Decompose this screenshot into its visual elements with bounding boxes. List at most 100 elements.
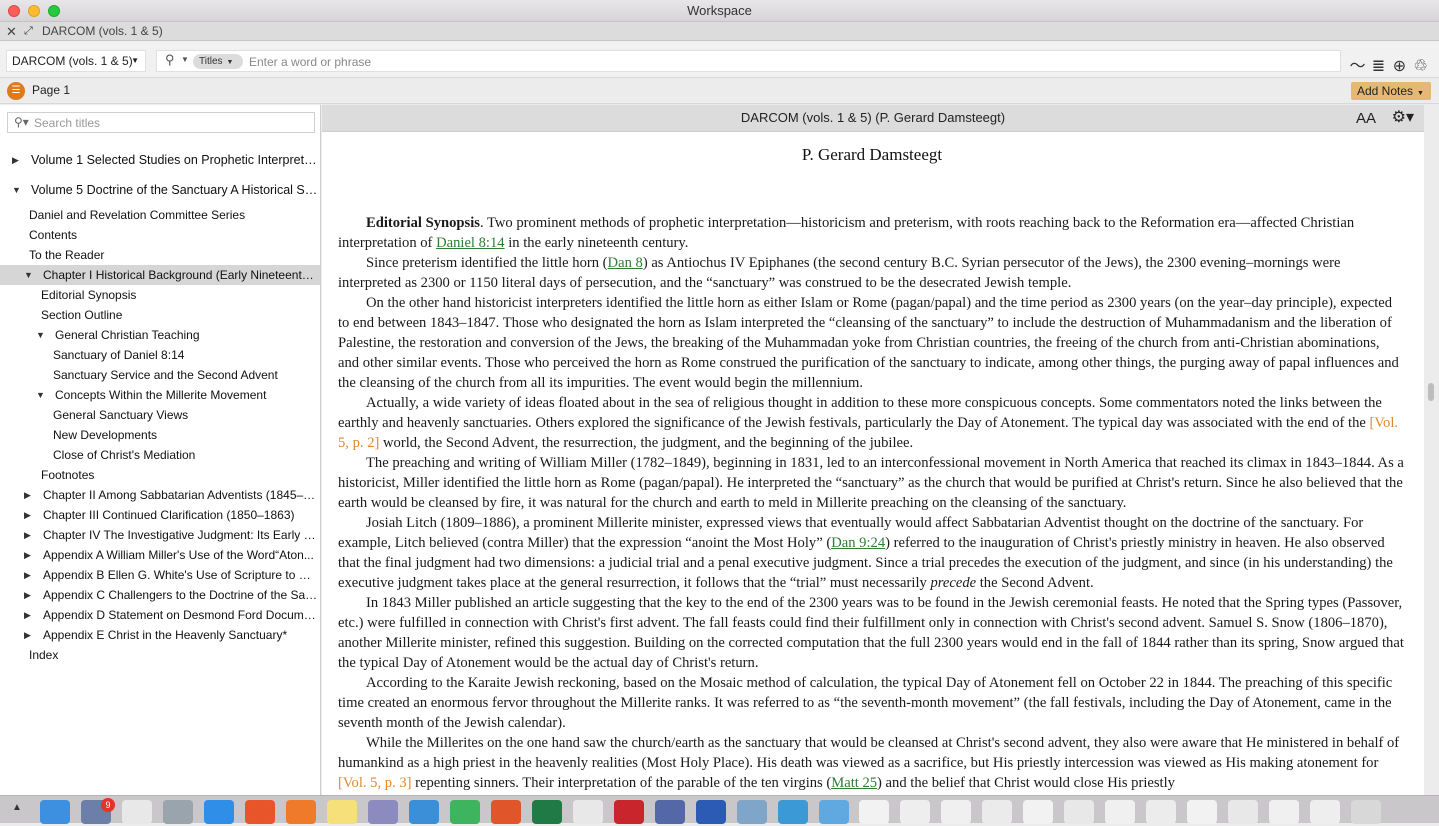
- font-size-button[interactable]: AA: [1356, 106, 1376, 131]
- window-close-button[interactable]: [8, 5, 20, 17]
- window-minimize-button[interactable]: [28, 5, 40, 17]
- disclosure-collapsed-icon[interactable]: ▶: [24, 525, 31, 545]
- search-icon[interactable]: ⚲: [165, 52, 175, 68]
- doc-11-icon[interactable]: [1269, 800, 1299, 824]
- toc-item[interactable]: Daniel and Revelation Committee Series: [0, 205, 320, 225]
- disclosure-collapsed-icon[interactable]: ▶: [24, 585, 31, 605]
- toc-item[interactable]: ▶ Appendix C Challengers to the Doctrine …: [0, 585, 320, 605]
- toc-item[interactable]: Footnotes: [0, 465, 320, 485]
- safari-icon[interactable]: [204, 800, 234, 824]
- excel-icon[interactable]: [532, 800, 562, 824]
- disclosure-expanded-icon[interactable]: ▼: [36, 385, 45, 405]
- add-notes-button[interactable]: Add Notes ▼: [1351, 82, 1431, 100]
- toc-item[interactable]: General Sanctuary Views: [0, 405, 320, 425]
- doc-6-icon[interactable]: [1064, 800, 1094, 824]
- toc-item[interactable]: ▶ Appendix B Ellen G. White's Use of Scri…: [0, 565, 320, 585]
- text-run: While the Millerites on the one hand saw…: [338, 735, 1400, 771]
- finder-icon[interactable]: [40, 800, 70, 824]
- slack-icon[interactable]: [122, 800, 152, 824]
- search-input[interactable]: [249, 53, 1249, 70]
- search-titles-box: ⚲▾: [7, 112, 315, 133]
- 3d-app-icon[interactable]: [778, 800, 808, 824]
- list-icon[interactable]: ☰: [7, 82, 25, 100]
- toc-item[interactable]: ▼ Chapter I Historical Background (Early …: [0, 265, 320, 285]
- toc-item[interactable]: Close of Christ's Mediation: [0, 445, 320, 465]
- share-icon[interactable]: ♲: [1410, 56, 1431, 76]
- rocket-icon[interactable]: [163, 800, 193, 824]
- toc-item[interactable]: ▼ Concepts Within the Millerite Movement: [0, 385, 320, 405]
- toc-item[interactable]: ▶ Appendix E Christ in the Heavenly Sanct…: [0, 625, 320, 645]
- scripture-link[interactable]: Dan 8: [608, 255, 643, 271]
- doc-7-icon[interactable]: [1105, 800, 1135, 824]
- toc-item[interactable]: ▶ Appendix A William Miller's Use of the …: [0, 545, 320, 565]
- chevron-down-icon[interactable]: ▼: [181, 55, 189, 64]
- disclosure-expanded-icon[interactable]: ▼: [36, 325, 45, 345]
- disclosure-collapsed-icon[interactable]: ▶: [24, 605, 31, 625]
- text-run: According to the Karaite Jewish reckonin…: [338, 675, 1393, 731]
- toc-item[interactable]: ▶ Chapter III Continued Clarification (18…: [0, 505, 320, 525]
- word-icon[interactable]: [696, 800, 726, 824]
- bible-app-icon[interactable]: [655, 800, 685, 824]
- scripture-link[interactable]: Matt 25: [831, 775, 877, 791]
- doc-3-icon[interactable]: [941, 800, 971, 824]
- doc-4-icon[interactable]: [982, 800, 1012, 824]
- doc-8-icon[interactable]: [1146, 800, 1176, 824]
- resource-dropdown[interactable]: DARCOM (vols. 1 & 5) ▼: [6, 50, 146, 72]
- disclosure-collapsed-icon[interactable]: ▶: [24, 545, 31, 565]
- toc-item[interactable]: Sanctuary of Daniel 8:14: [0, 345, 320, 365]
- doc-10-icon[interactable]: [1228, 800, 1258, 824]
- text-list-icon[interactable]: ≣: [1368, 56, 1389, 76]
- expand-icon[interactable]: ⤢: [24, 22, 33, 41]
- trash-icon[interactable]: [1351, 800, 1381, 824]
- search-titles-input[interactable]: [34, 115, 304, 130]
- toc-item[interactable]: Sanctuary Service and the Second Advent: [0, 365, 320, 385]
- fire-app-icon[interactable]: [491, 800, 521, 824]
- firefox-icon[interactable]: [286, 800, 316, 824]
- window-zoom-button[interactable]: [48, 5, 60, 17]
- toc-item[interactable]: Contents: [0, 225, 320, 245]
- toc-item[interactable]: New Developments: [0, 425, 320, 445]
- toc-item[interactable]: ▶ Volume 1 Selected Studies on Prophetic …: [0, 145, 320, 175]
- preview-icon[interactable]: [737, 800, 767, 824]
- toc-item[interactable]: ▶ Chapter II Among Sabbatarian Adventists…: [0, 485, 320, 505]
- toc-item[interactable]: ▼ Volume 5 Doctrine of the Sanctuary A Hi…: [0, 175, 320, 205]
- toc-item[interactable]: To the Reader: [0, 245, 320, 265]
- folder-icon[interactable]: [819, 800, 849, 824]
- numbers-icon[interactable]: [450, 800, 480, 824]
- toc-tree: ▶ Volume 1 Selected Studies on Prophetic …: [0, 145, 320, 665]
- doc-2-icon[interactable]: [900, 800, 930, 824]
- gear-icon[interactable]: ⚙▾: [1392, 105, 1414, 130]
- toc-item[interactable]: Section Outline: [0, 305, 320, 325]
- disclosure-collapsed-icon[interactable]: ▶: [24, 505, 31, 525]
- doc-5-icon[interactable]: [1023, 800, 1053, 824]
- scripture-link[interactable]: Dan 9:24: [831, 535, 885, 551]
- wave-icon[interactable]: 〜: [1347, 52, 1368, 76]
- doc-9-icon[interactable]: [1187, 800, 1217, 824]
- scripture-link[interactable]: Daniel 8:14: [436, 235, 505, 251]
- toc-item[interactable]: ▶ Chapter IV The Investigative Judgment: …: [0, 525, 320, 545]
- toc-item[interactable]: Index: [0, 645, 320, 665]
- disclosure-expanded-icon[interactable]: ▼: [12, 175, 21, 205]
- disclosure-collapsed-icon[interactable]: ▶: [12, 145, 19, 175]
- toc-item[interactable]: Editorial Synopsis: [0, 285, 320, 305]
- doc-1-icon[interactable]: [859, 800, 889, 824]
- signature-icon[interactable]: [573, 800, 603, 824]
- brave-icon[interactable]: [245, 800, 275, 824]
- disclosure-collapsed-icon[interactable]: ▶: [24, 565, 31, 585]
- paragraph: Actually, a wide variety of ideas floate…: [338, 393, 1404, 453]
- toc-item[interactable]: ▼ General Christian Teaching: [0, 325, 320, 345]
- add-circle-icon[interactable]: ⊕: [1389, 56, 1410, 76]
- notes-icon[interactable]: [327, 800, 357, 824]
- disclosure-collapsed-icon[interactable]: ▶: [24, 625, 31, 645]
- dock-arrow-icon[interactable]: ▲: [12, 802, 22, 826]
- doc-12-icon[interactable]: [1310, 800, 1340, 824]
- close-tab-icon[interactable]: ✕: [6, 22, 17, 41]
- keynote-icon[interactable]: [409, 800, 439, 824]
- scrollbar-thumb[interactable]: [1428, 383, 1434, 401]
- acrobat-icon[interactable]: [614, 800, 644, 824]
- books-icon[interactable]: [368, 800, 398, 824]
- disclosure-collapsed-icon[interactable]: ▶: [24, 485, 31, 505]
- search-scope-dropdown[interactable]: Titles ▼: [193, 54, 243, 69]
- disclosure-expanded-icon[interactable]: ▼: [24, 265, 33, 285]
- toc-item[interactable]: ▶ Appendix D Statement on Desmond Ford Do…: [0, 605, 320, 625]
